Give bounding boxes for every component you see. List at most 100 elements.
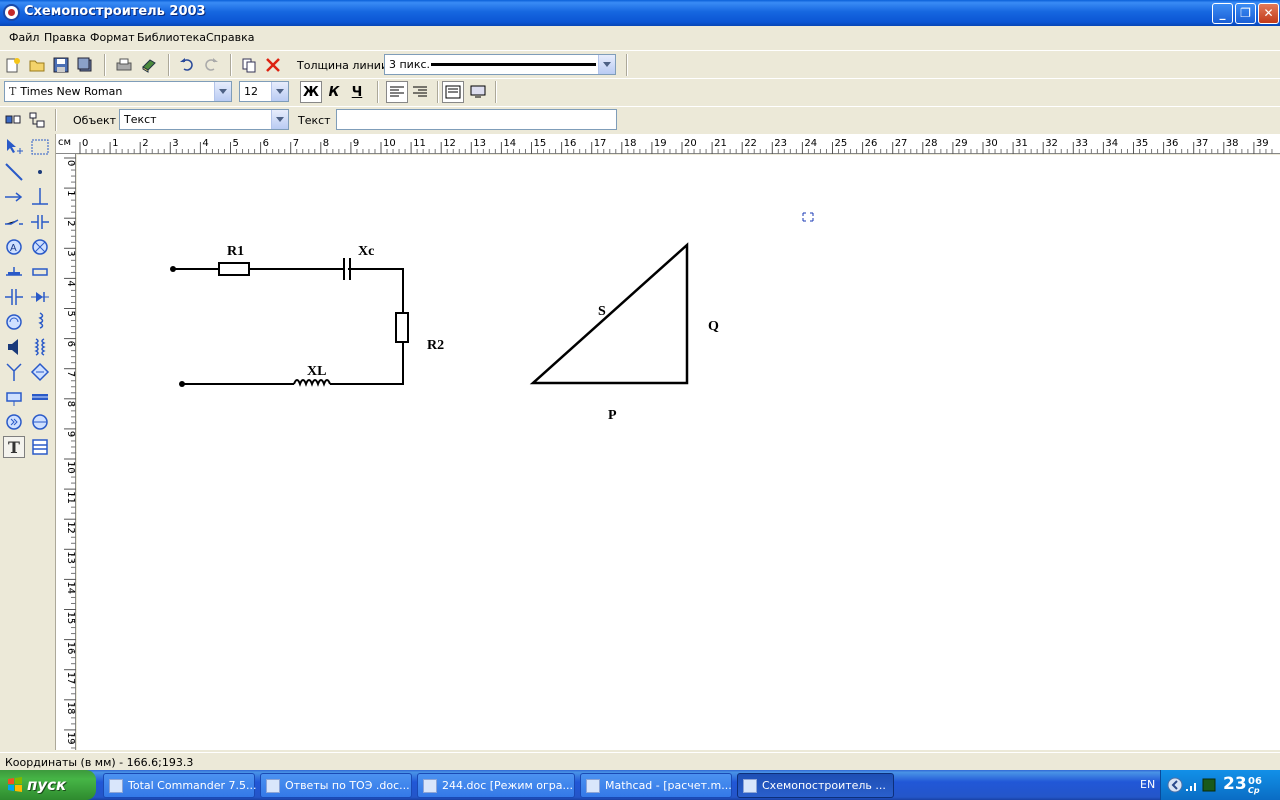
- label-r1[interactable]: R1: [227, 244, 244, 259]
- font-name-select[interactable]: T Times New Roman: [4, 81, 232, 102]
- language-indicator[interactable]: EN: [1140, 778, 1155, 791]
- align-left-icon[interactable]: [386, 81, 408, 103]
- chevron-down-icon[interactable]: [214, 82, 231, 101]
- ruler-tick-label: 24: [804, 138, 817, 149]
- italic-button[interactable]: К: [323, 81, 345, 103]
- copy-icon[interactable]: [238, 54, 260, 76]
- align-right-icon[interactable]: [409, 81, 431, 103]
- capacitor-icon[interactable]: [29, 211, 51, 233]
- node-point-icon[interactable]: [29, 161, 51, 183]
- diode-icon[interactable]: [29, 286, 51, 308]
- lamp-icon[interactable]: [29, 236, 51, 258]
- text-frame-marker[interactable]: [802, 212, 814, 222]
- source-icon[interactable]: [29, 411, 51, 433]
- label-xl[interactable]: XL: [307, 364, 326, 379]
- ammeter-icon[interactable]: A: [3, 236, 25, 258]
- new-file-icon[interactable]: [2, 54, 24, 76]
- line-thickness-select[interactable]: 3 пикс.: [384, 54, 616, 75]
- label-s[interactable]: S: [598, 304, 606, 319]
- capacitor-v-icon[interactable]: [3, 286, 25, 308]
- label-p[interactable]: P: [608, 408, 617, 423]
- bridge-icon[interactable]: [29, 361, 51, 383]
- ruler-tick-label: 31: [1015, 138, 1028, 149]
- object-value: Текст: [124, 113, 157, 126]
- resistor-icon[interactable]: [29, 261, 51, 283]
- chevron-down-icon[interactable]: [271, 82, 288, 101]
- antenna-icon[interactable]: [3, 361, 25, 383]
- start-button[interactable]: пуск: [0, 770, 96, 800]
- label-r2[interactable]: R2: [427, 338, 444, 353]
- ruler-tick-label: 13: [65, 551, 76, 564]
- clock[interactable]: 23 06 Ср: [1223, 774, 1262, 795]
- close-button[interactable]: ✕: [1258, 3, 1279, 24]
- arrow-line-icon[interactable]: [3, 186, 25, 208]
- line-tool-icon[interactable]: [3, 161, 25, 183]
- bold-button[interactable]: Ж: [300, 81, 322, 103]
- menu-edit[interactable]: Правка: [44, 31, 86, 44]
- task-schemebuilder[interactable]: Схемопостроитель ...: [737, 773, 894, 798]
- minimize-button[interactable]: _: [1212, 3, 1233, 24]
- separator: [377, 81, 379, 103]
- redo-icon[interactable]: [200, 54, 222, 76]
- capacitor-xc[interactable]: [343, 258, 351, 280]
- print-icon[interactable]: [113, 54, 135, 76]
- menu-help[interactable]: Справка: [206, 31, 254, 44]
- resistor-r1[interactable]: [218, 262, 250, 276]
- save-all-icon[interactable]: [74, 54, 96, 76]
- contact-icon[interactable]: [3, 261, 25, 283]
- task-total-commander[interactable]: Total Commander 7.5...: [103, 773, 257, 798]
- task-label: 244.doc [Режим огра...: [442, 779, 574, 792]
- task-word-answers[interactable]: Ответы по ТОЭ .doc...: [260, 773, 412, 798]
- undo-icon[interactable]: [176, 54, 198, 76]
- ruler-tick-label: 15: [534, 138, 547, 149]
- ground-icon[interactable]: [29, 186, 51, 208]
- task-mathcad[interactable]: Mathcad - [расчет.m...: [580, 773, 732, 798]
- maximize-button[interactable]: ❐: [1235, 3, 1256, 24]
- inductor-icon[interactable]: [29, 311, 51, 333]
- open-folder-icon[interactable]: [26, 54, 48, 76]
- inductor-xl[interactable]: [293, 379, 331, 387]
- table-tool-icon[interactable]: [29, 436, 51, 458]
- label-xc[interactable]: Xc: [358, 244, 374, 259]
- underline-button[interactable]: Ч: [346, 81, 368, 103]
- motor-icon[interactable]: [3, 311, 25, 333]
- svg-text:A: A: [10, 243, 17, 254]
- speaker-icon[interactable]: [3, 336, 25, 358]
- ruler-tick-label: 14: [503, 138, 516, 149]
- drawing-canvas[interactable]: R1 Xc R2 XL S Q P: [77, 155, 1280, 750]
- task-word-244[interactable]: 244.doc [Режим огра...: [417, 773, 575, 798]
- chevron-down-icon[interactable]: [271, 110, 288, 129]
- text-tool-icon[interactable]: T: [3, 436, 25, 458]
- generator-icon[interactable]: [3, 411, 25, 433]
- valign-bottom-icon[interactable]: [467, 81, 489, 103]
- text-input[interactable]: [336, 109, 617, 130]
- transformer-icon[interactable]: [29, 336, 51, 358]
- heater-icon[interactable]: [29, 386, 51, 408]
- object-tree-icon[interactable]: [26, 109, 48, 131]
- select-pointer-icon[interactable]: [3, 136, 25, 158]
- book-icon[interactable]: [138, 54, 160, 76]
- font-size-select[interactable]: 12: [239, 81, 289, 102]
- object-list-icon[interactable]: [2, 109, 24, 131]
- app-icon[interactable]: [3, 4, 20, 21]
- switch-icon[interactable]: [3, 211, 25, 233]
- wire-top: [173, 268, 404, 314]
- label-q[interactable]: Q: [708, 319, 719, 334]
- menu-library[interactable]: Библиотека: [137, 31, 206, 44]
- chevron-down-icon[interactable]: [598, 55, 615, 74]
- app-window: Схемопостроитель 2003 _ ❐ ✕ Файл Правка …: [0, 0, 1280, 770]
- ruler-tick-label: 17: [65, 672, 76, 685]
- resistor-r2[interactable]: [395, 312, 409, 343]
- save-icon[interactable]: [50, 54, 72, 76]
- ruler-tick-label: 2: [65, 220, 76, 226]
- title-bar[interactable]: Схемопостроитель 2003 _ ❐ ✕: [0, 0, 1280, 26]
- delete-icon[interactable]: [262, 54, 284, 76]
- valign-top-icon[interactable]: [442, 81, 464, 103]
- menu-format[interactable]: Формат: [90, 31, 135, 44]
- ruler-tick-label: 3: [65, 250, 76, 256]
- rect-select-icon[interactable]: [29, 136, 51, 158]
- fuse-icon[interactable]: [3, 386, 25, 408]
- menu-file[interactable]: Файл: [9, 31, 39, 44]
- object-select[interactable]: Текст: [119, 109, 289, 130]
- power-triangle[interactable]: [529, 242, 689, 385]
